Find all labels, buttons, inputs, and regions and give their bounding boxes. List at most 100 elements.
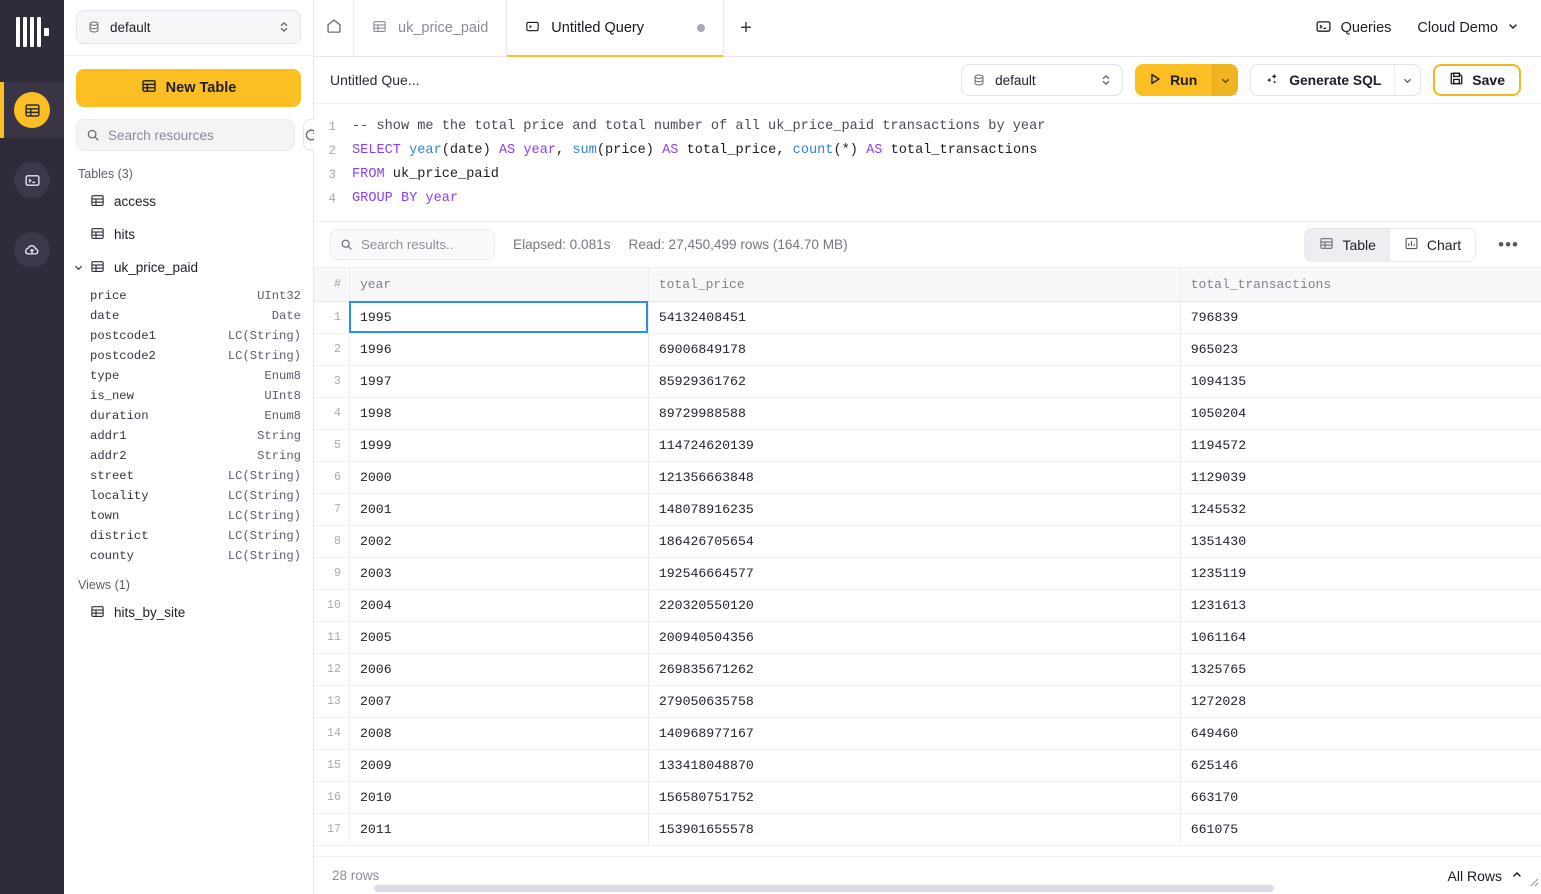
table-row[interactable]: 12 2006 269835671262 1325765	[314, 653, 1541, 686]
cell-total-transactions[interactable]: 1235119	[1180, 557, 1541, 590]
cell-total-transactions[interactable]: 1231613	[1180, 589, 1541, 622]
cell-total-transactions[interactable]: 1194572	[1180, 429, 1541, 462]
column-row[interactable]: addr1 String	[64, 426, 313, 446]
cell-total-transactions[interactable]: 649460	[1180, 717, 1541, 750]
cell-total-price[interactable]: 121356663848	[648, 461, 1181, 494]
cell-total-transactions[interactable]: 663170	[1180, 781, 1541, 814]
cell-total-transactions[interactable]: 661075	[1180, 813, 1541, 846]
query-database-select[interactable]: default	[961, 64, 1124, 96]
table-row[interactable]: 3 1997 85929361762 1094135	[314, 365, 1541, 398]
table-row[interactable]: 8 2002 186426705654 1351430	[314, 525, 1541, 558]
cell-year[interactable]: 1995	[349, 301, 649, 334]
column-row[interactable]: district LC(String)	[64, 526, 313, 546]
cell-total-transactions[interactable]: 1094135	[1180, 365, 1541, 398]
cell-total-transactions[interactable]: 965023	[1180, 333, 1541, 366]
search-resources-box[interactable]	[76, 119, 295, 151]
cell-year[interactable]: 1999	[349, 429, 649, 462]
chevron-down-icon[interactable]	[73, 262, 84, 273]
column-row[interactable]: addr2 String	[64, 446, 313, 466]
column-row[interactable]: county LC(String)	[64, 546, 313, 566]
cell-year[interactable]: 1998	[349, 397, 649, 430]
cell-year[interactable]: 2000	[349, 461, 649, 494]
cell-year[interactable]: 2008	[349, 717, 649, 750]
code-text[interactable]: SELECT year(date) AS year, sum(price) AS…	[352, 139, 1037, 163]
resize-grip-icon[interactable]	[1528, 874, 1539, 892]
new-table-button[interactable]: New Table	[76, 69, 301, 107]
sql-editor[interactable]: 1 -- show me the total price and total nu…	[314, 104, 1541, 221]
cell-total-price[interactable]: 220320550120	[648, 589, 1181, 622]
column-row[interactable]: price UInt32	[64, 286, 313, 306]
table-row[interactable]: 1 1995 54132408451 796839	[314, 301, 1541, 334]
column-row[interactable]: street LC(String)	[64, 466, 313, 486]
column-row[interactable]: type Enum8	[64, 366, 313, 386]
results-more-menu[interactable]: •••	[1494, 235, 1523, 255]
cell-total-transactions[interactable]: 1061164	[1180, 621, 1541, 654]
code-text[interactable]: FROM uk_price_paid	[352, 163, 499, 187]
table-row[interactable]: 15 2009 133418048870 625146	[314, 749, 1541, 782]
sidebar-item-data-sources[interactable]	[0, 222, 64, 278]
cell-total-transactions[interactable]: 1325765	[1180, 653, 1541, 686]
cell-total-price[interactable]: 133418048870	[648, 749, 1181, 782]
cell-total-price[interactable]: 54132408451	[648, 301, 1181, 334]
queries-button[interactable]: Queries	[1315, 18, 1391, 39]
run-button[interactable]: Run	[1135, 64, 1213, 96]
cell-year[interactable]: 2006	[349, 653, 649, 686]
all-rows-selector[interactable]: All Rows	[1448, 868, 1523, 884]
cell-total-transactions[interactable]: 1351430	[1180, 525, 1541, 558]
column-row[interactable]: town LC(String)	[64, 506, 313, 526]
column-row[interactable]: duration Enum8	[64, 406, 313, 426]
table-row[interactable]: 17 2011 153901655578 661075	[314, 813, 1541, 846]
cell-year[interactable]: 1996	[349, 333, 649, 366]
table-row[interactable]: 13 2007 279050635758 1272028	[314, 685, 1541, 718]
table-row[interactable]: 6 2000 121356663848 1129039	[314, 461, 1541, 494]
table-row[interactable]: 11 2005 200940504356 1061164	[314, 621, 1541, 654]
cell-total-price[interactable]: 140968977167	[648, 717, 1181, 750]
cell-year[interactable]: 2002	[349, 525, 649, 558]
results-search-input[interactable]	[361, 237, 485, 252]
tab-chart-view[interactable]: Chart	[1389, 228, 1476, 261]
table-row[interactable]: 4 1998 89729988588 1050204	[314, 397, 1541, 430]
cell-year[interactable]: 1997	[349, 365, 649, 398]
cell-total-price[interactable]: 69006849178	[648, 333, 1181, 366]
cell-total-price[interactable]: 89729988588	[648, 397, 1181, 430]
save-button[interactable]: Save	[1433, 64, 1521, 96]
cell-total-price[interactable]: 192546664577	[648, 557, 1181, 590]
cell-total-price[interactable]: 156580751752	[648, 781, 1181, 814]
column-row[interactable]: postcode2 LC(String)	[64, 346, 313, 366]
cell-year[interactable]: 2010	[349, 781, 649, 814]
table-row[interactable]: 9 2003 192546664577 1235119	[314, 557, 1541, 590]
cell-total-price[interactable]: 269835671262	[648, 653, 1181, 686]
cell-year[interactable]: 2009	[349, 749, 649, 782]
query-title[interactable]: Untitled Que...	[330, 72, 420, 88]
cell-year[interactable]: 2007	[349, 685, 649, 718]
column-header-total-transactions[interactable]: total_transactions	[1180, 268, 1541, 302]
generate-sql-caret[interactable]	[1394, 65, 1420, 95]
code-text[interactable]: GROUP BY year	[352, 187, 458, 211]
search-resources-input[interactable]	[108, 127, 285, 143]
cell-year[interactable]: 2005	[349, 621, 649, 654]
table-row[interactable]: 2 1996 69006849178 965023	[314, 333, 1541, 366]
table-row[interactable]: 10 2004 220320550120 1231613	[314, 589, 1541, 622]
code-text[interactable]: -- show me the total price and total num…	[352, 115, 1045, 139]
cell-year[interactable]: 2004	[349, 589, 649, 622]
cell-total-transactions[interactable]: 1050204	[1180, 397, 1541, 430]
new-tab-button[interactable]: +	[724, 0, 768, 56]
cell-total-transactions[interactable]: 1245532	[1180, 493, 1541, 526]
column-row[interactable]: locality LC(String)	[64, 486, 313, 506]
account-menu[interactable]: Cloud Demo	[1417, 20, 1519, 36]
cell-year[interactable]: 2001	[349, 493, 649, 526]
cell-total-price[interactable]: 153901655578	[648, 813, 1181, 846]
horizontal-scrollbar[interactable]	[374, 885, 1274, 892]
column-header-total-price[interactable]: total_price	[648, 268, 1181, 302]
tab-table-view[interactable]: Table	[1305, 228, 1390, 261]
sidebar-item-tables[interactable]	[0, 82, 64, 138]
table-row[interactable]: 14 2008 140968977167 649460	[314, 717, 1541, 750]
column-header-year[interactable]: year	[349, 268, 649, 302]
column-row[interactable]: is_new UInt8	[64, 386, 313, 406]
tree-item-table[interactable]: hits	[64, 218, 313, 251]
cell-total-transactions[interactable]: 796839	[1180, 301, 1541, 334]
column-row[interactable]: date Date	[64, 306, 313, 326]
table-row[interactable]: 5 1999 114724620139 1194572	[314, 429, 1541, 462]
cell-total-transactions[interactable]: 1272028	[1180, 685, 1541, 718]
cell-total-price[interactable]: 148078916235	[648, 493, 1181, 526]
